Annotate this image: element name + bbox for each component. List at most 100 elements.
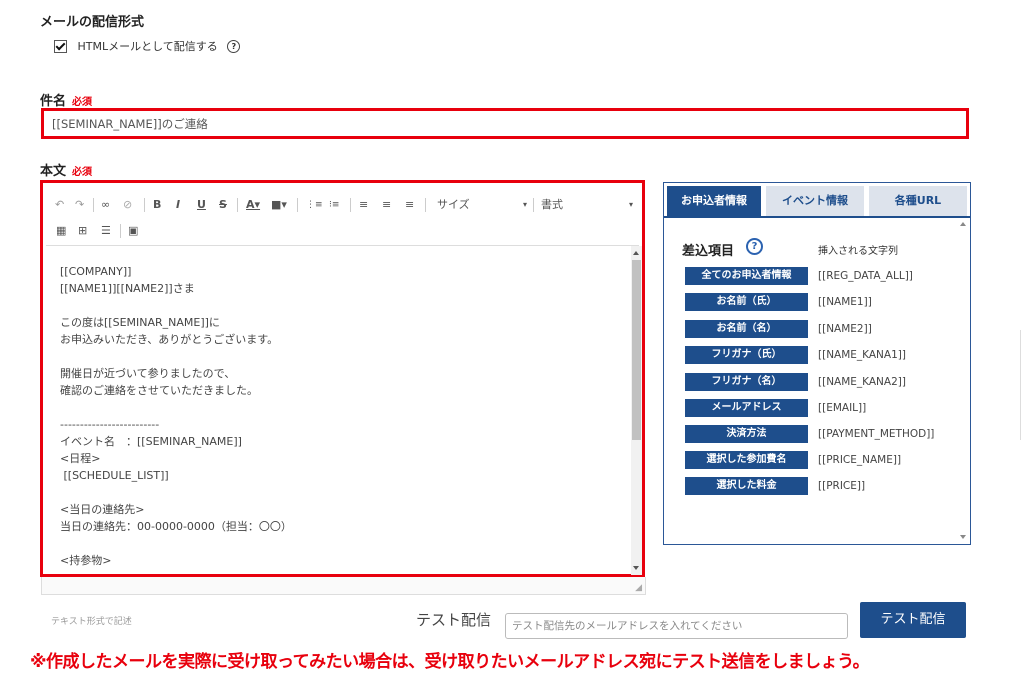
toolbar-divider — [144, 198, 145, 212]
chevron-down-icon: ▾ — [628, 200, 633, 209]
html-mail-checkbox[interactable] — [54, 39, 67, 53]
subject-label: 件名 — [40, 94, 67, 109]
insert-payment-method-button[interactable]: 決済方法 — [685, 425, 808, 443]
toolbar-divider — [93, 198, 94, 212]
scroll-down-icon[interactable] — [633, 566, 639, 570]
insert-name2-button[interactable]: お名前（名） — [685, 320, 808, 338]
help-icon[interactable]: ? — [227, 39, 241, 53]
body-line: お申込みいただき、ありがとうございます。 — [60, 333, 279, 346]
toolbar-divider — [425, 198, 426, 212]
test-email-input[interactable] — [506, 614, 847, 638]
format-select-label: 書式 — [541, 198, 563, 211]
template-icon[interactable]: ▦ — [56, 224, 66, 238]
editor-scrollbar[interactable] — [631, 246, 642, 575]
body-line: <日程> — [60, 452, 101, 465]
toolbar-divider — [237, 198, 238, 212]
link-icon[interactable]: ∞ — [101, 198, 110, 212]
insert-value: [[PAYMENT_METHOD]] — [818, 428, 935, 440]
insert-value: [[REG_DATA_ALL]] — [818, 270, 913, 282]
required-badge: 必須 — [72, 167, 93, 178]
scroll-down-icon[interactable] — [960, 535, 966, 539]
chevron-down-icon: ▾ — [522, 200, 527, 209]
body-line: [[SCHEDULE_LIST]] — [60, 469, 169, 482]
resize-handle-icon[interactable]: ◢ — [635, 583, 642, 593]
size-select[interactable]: サイズ ▾ — [437, 198, 527, 212]
table-icon[interactable]: ⊞ — [78, 224, 87, 238]
required-badge: 必須 — [72, 97, 93, 108]
insert-price-button[interactable]: 選択した料金 — [685, 477, 808, 495]
body-line: [[NAME1]][[NAME2]]さま — [60, 282, 195, 295]
strikethrough-icon[interactable]: S — [219, 198, 227, 212]
undo-icon[interactable]: ↶ — [55, 198, 64, 212]
align-right-icon[interactable]: ≡ — [405, 198, 414, 212]
annotation-note: ※作成したメールを実際に受け取ってみたい場合は、受け取りたいメールアドレス宛にテ… — [30, 652, 870, 672]
text-color-icon[interactable]: A▾ — [246, 198, 260, 212]
unlink-icon[interactable]: ⊘ — [123, 198, 132, 212]
insert-value: [[PRICE_NAME]] — [818, 454, 902, 466]
image-icon[interactable]: ▣ — [128, 224, 138, 238]
align-left-icon[interactable]: ≡ — [359, 198, 368, 212]
redo-icon[interactable]: ↷ — [75, 198, 84, 212]
insert-email-button[interactable]: メールアドレス — [685, 399, 808, 417]
toolbar-divider — [350, 198, 351, 212]
panel-scrollbar[interactable] — [957, 219, 969, 542]
body-line: <当日の連絡先> — [60, 503, 145, 516]
delivery-format-heading: メールの配信形式 — [40, 15, 145, 30]
insert-all-applicant-info-button[interactable]: 全てのお申込者情報 — [685, 267, 808, 285]
underline-icon[interactable]: U — [197, 198, 206, 212]
scrollbar-thumb[interactable] — [632, 260, 641, 440]
body-line: ------------------------- — [60, 418, 160, 431]
body-line: 当日の連絡先：00-0000-0000（担当：〇〇） — [60, 520, 292, 533]
insert-value: [[NAME2]] — [818, 323, 872, 335]
scroll-up-icon[interactable] — [960, 222, 966, 226]
bold-icon[interactable]: B — [153, 198, 161, 212]
subject-input[interactable] — [44, 111, 966, 136]
insert-value: [[NAME_KANA2]] — [818, 376, 906, 388]
insert-fields-title: 差込項目 — [682, 244, 735, 259]
tab-urls[interactable]: 各種URL — [869, 186, 967, 216]
tab-event-info[interactable]: イベント情報 — [766, 186, 864, 216]
body-line: この度は[[SEMINAR_NAME]]に — [60, 316, 220, 329]
subject-label-row: 件名 必須 — [40, 90, 92, 109]
insert-kana2-button[interactable]: フリガナ（名） — [685, 373, 808, 391]
test-send-button[interactable]: テスト配信 — [860, 602, 966, 638]
body-line: <持参物> — [60, 554, 112, 567]
editor-toolbar: ↶ ↷ ∞ ⊘ B I U S A▾ ■▾ ⋮≡ ⁝≡ ≡ ≡ ≡ サイズ ▾ 書… — [46, 186, 639, 246]
body-line: 開催日が近づいて参りましたので、 — [60, 367, 236, 380]
body-editor[interactable]: ↶ ↷ ∞ ⊘ B I U S A▾ ■▾ ⋮≡ ⁝≡ ≡ ≡ ≡ サイズ ▾ 書… — [40, 180, 645, 577]
tab-underline — [664, 216, 970, 218]
tab-applicant-info[interactable]: お申込者情報 — [667, 186, 761, 216]
align-center-icon[interactable]: ≡ — [382, 198, 391, 212]
italic-icon[interactable]: I — [176, 198, 180, 212]
format-select[interactable]: 書式 ▾ — [541, 198, 633, 212]
toolbar-divider — [297, 198, 298, 212]
test-email-field[interactable] — [505, 613, 848, 639]
test-delivery-label: テスト配信 — [416, 611, 492, 629]
insert-value: [[NAME_KANA1]] — [818, 349, 906, 361]
size-select-label: サイズ — [437, 198, 470, 211]
insert-kana1-button[interactable]: フリガナ（氏） — [685, 346, 808, 364]
scroll-up-icon[interactable] — [633, 251, 639, 255]
html-mail-checkbox-label[interactable]: HTMLメールとして配信する — [78, 40, 218, 53]
insert-value: [[PRICE]] — [818, 480, 866, 492]
insert-fields-panel: お申込者情報 イベント情報 各種URL 差込項目 ? 挿入される文字列 全てのお… — [663, 182, 971, 545]
bulleted-list-icon[interactable]: ⁝≡ — [329, 198, 339, 212]
insert-price-name-button[interactable]: 選択した参加費名 — [685, 451, 808, 469]
body-line: イベント名 ：[[SEMINAR_NAME]] — [60, 435, 242, 448]
insert-name1-button[interactable]: お名前（氏） — [685, 293, 808, 311]
numbered-list-icon[interactable]: ⋮≡ — [306, 198, 323, 212]
body-label: 本文 — [40, 164, 67, 179]
body-line: 確認のご連絡をさせていただきました。 — [60, 384, 258, 397]
editor-content[interactable]: [[COMPANY]] [[NAME1]][[NAME2]]さま この度は[[S… — [46, 246, 630, 574]
bg-color-icon[interactable]: ■▾ — [271, 198, 287, 212]
horizontal-rule-icon[interactable]: ☰ — [101, 224, 111, 238]
insert-value: [[NAME1]] — [818, 296, 872, 308]
page-edge-divider — [1020, 330, 1021, 440]
editor-resize-bar[interactable]: ◢ — [41, 577, 646, 595]
text-format-link[interactable]: テキスト形式で記述 — [51, 614, 132, 627]
toolbar-divider — [533, 198, 534, 212]
body-line: [[COMPANY]] — [60, 265, 132, 278]
help-icon[interactable]: ? — [746, 238, 763, 255]
insert-value: [[EMAIL]] — [818, 402, 867, 414]
subject-field[interactable] — [41, 108, 969, 139]
